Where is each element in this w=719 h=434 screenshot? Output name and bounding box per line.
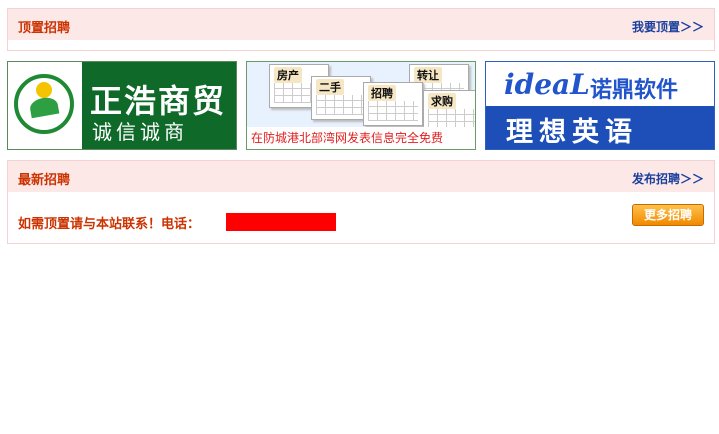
post-job-link[interactable]: 发布招聘＞＞ [632, 170, 704, 187]
zhenghao-logo [8, 62, 82, 149]
contact-notice: 如需顶置请与本站联系！电话： [18, 217, 201, 232]
top-recruitment-panel: 顶置招聘 我要顶置＞＞ [7, 8, 715, 51]
category-tag: 转让 [414, 67, 442, 83]
ad-slogan-row: 理想英语 [486, 106, 714, 149]
sun-icon [36, 82, 52, 98]
phone-number-redacted [226, 213, 336, 231]
ad-brand-row: ideaL 诺鼎软件 [486, 62, 714, 106]
ad-slogan: 诚信诚商 [92, 120, 188, 144]
ad-brand-cn: 诺鼎软件 [590, 78, 679, 103]
ad-caption-bar: 在防城港北部湾网发表信息完全免费 [247, 127, 475, 149]
more-recruitment-button[interactable]: 更多招聘 [632, 204, 704, 226]
top-recruitment-header: 顶置招聘 我要顶置＞＞ [8, 9, 714, 40]
category-tag: 房产 [274, 67, 302, 83]
latest-recruitment-panel: 最新招聘 发布招聘＞＞ 如需顶置请与本站联系！电话： 更多招聘 [7, 160, 715, 244]
category-tag: 二手 [316, 79, 344, 95]
calendar-icon: 招聘 [363, 82, 423, 126]
ad-banner-free-posting[interactable]: 房产 二手 转让 招聘 求购 在防城港北部湾网发表信息完全免费 [246, 61, 476, 150]
category-tag: 求购 [428, 93, 456, 109]
pin-listing-link[interactable]: 我要顶置＞＞ [632, 18, 704, 35]
calendar-icon: 二手 [311, 76, 371, 120]
ad-title: 理想英语 [506, 117, 638, 148]
top-recruitment-title: 顶置招聘 [18, 21, 71, 36]
ideal-logo: ideaL [504, 68, 590, 101]
category-tag: 招聘 [368, 85, 396, 101]
latest-recruitment-header: 最新招聘 发布招聘＞＞ [8, 161, 714, 192]
latest-recruitment-title: 最新招聘 [18, 173, 71, 188]
ad-banner-zhenghao[interactable]: 正浩商贸 诚信诚商 [7, 61, 237, 150]
ad-banner-ideal[interactable]: ideaL 诺鼎软件 理想英语 [485, 61, 715, 150]
ad-caption: 在防城港北部湾网发表信息完全免费 [251, 131, 444, 145]
